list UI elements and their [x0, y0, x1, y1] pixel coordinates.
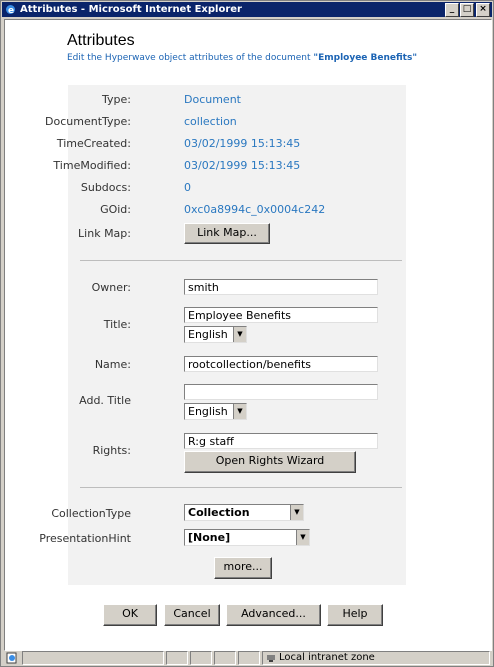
- advanced-button[interactable]: Advanced...: [226, 604, 321, 626]
- collectiontype-label: CollectionType: [51, 507, 131, 520]
- chevron-down-icon: ▼: [233, 404, 246, 419]
- subdocs-label: Subdocs:: [80, 181, 131, 194]
- presentationhint-select[interactable]: [None] ▼: [184, 529, 310, 546]
- status-cell: [214, 651, 236, 665]
- page-subtitle: Edit the Hyperwave object attributes of …: [67, 53, 417, 63]
- divider: [80, 487, 402, 488]
- collectiontype-value: Collection: [188, 506, 250, 519]
- chevron-down-icon: ▼: [290, 505, 303, 520]
- chevron-down-icon: ▼: [233, 327, 246, 342]
- ok-button[interactable]: OK: [103, 604, 157, 626]
- title-label: Title:: [103, 318, 131, 331]
- timecreated-value: 03/02/1999 15:13:45: [184, 137, 301, 150]
- rights-label: Rights:: [92, 444, 131, 457]
- presentationhint-label: PresentationHint: [39, 532, 131, 545]
- status-bar: Local intranet zone: [2, 651, 492, 665]
- name-label: Name:: [94, 358, 131, 371]
- page-icon: [6, 652, 17, 664]
- window-title: Attributes - Microsoft Internet Explorer: [20, 4, 242, 15]
- status-cell: [238, 651, 260, 665]
- subdocs-value[interactable]: 0: [184, 181, 191, 194]
- owner-label: Owner:: [91, 281, 131, 294]
- browser-window: e Attributes - Microsoft Internet Explor…: [0, 0, 494, 667]
- addtitle-language-select[interactable]: English ▼: [184, 403, 247, 420]
- attributes-panel: Type: Document DocumentType: collection …: [39, 85, 406, 585]
- timemodified-value: 03/02/1999 15:13:45: [184, 159, 301, 172]
- addtitle-language-value: English: [188, 405, 228, 418]
- intranet-zone-icon: [267, 655, 275, 662]
- zone-text: Local intranet zone: [279, 652, 375, 663]
- status-cell: [190, 651, 212, 665]
- divider: [80, 260, 402, 261]
- title-language-value: English: [188, 328, 228, 341]
- close-button[interactable]: ×: [476, 3, 490, 17]
- more-button[interactable]: more...: [214, 557, 272, 579]
- status-text-cell: [22, 651, 164, 665]
- type-label: Type:: [102, 93, 131, 106]
- goid-value: 0xc0a8994c_0x0004c242: [184, 203, 326, 216]
- open-rights-wizard-button[interactable]: Open Rights Wizard: [184, 451, 356, 473]
- title-input[interactable]: Employee Benefits: [184, 307, 378, 323]
- collectiontype-select[interactable]: Collection ▼: [184, 504, 304, 521]
- doctype-value[interactable]: collection: [184, 115, 237, 128]
- addtitle-input[interactable]: [184, 384, 378, 400]
- title-bar: e Attributes - Microsoft Internet Explor…: [2, 2, 492, 17]
- linkmap-label: Link Map:: [78, 227, 131, 240]
- help-button[interactable]: Help: [327, 604, 383, 626]
- svg-text:e: e: [8, 6, 14, 15]
- link-map-button[interactable]: Link Map...: [184, 223, 270, 244]
- title-language-select[interactable]: English ▼: [184, 326, 247, 343]
- addtitle-label: Add. Title: [79, 394, 131, 407]
- presentationhint-value: [None]: [188, 531, 231, 544]
- document-name: "Employee Benefits": [313, 53, 418, 63]
- type-value[interactable]: Document: [184, 93, 241, 106]
- internet-explorer-icon: e: [6, 5, 15, 15]
- cancel-button[interactable]: Cancel: [164, 604, 220, 626]
- doctype-label: DocumentType:: [45, 115, 131, 128]
- zone-cell: Local intranet zone: [262, 651, 490, 665]
- timemodified-label: TimeModified:: [53, 159, 131, 172]
- goid-label: GOid:: [100, 203, 131, 216]
- name-input[interactable]: rootcollection/benefits: [184, 356, 378, 372]
- minimize-button[interactable]: _: [445, 3, 459, 17]
- timecreated-label: TimeCreated:: [56, 137, 131, 150]
- owner-input[interactable]: smith: [184, 279, 378, 295]
- page-title: Attributes: [67, 32, 135, 49]
- page-content: Attributes Edit the Hyperwave object att…: [4, 19, 492, 651]
- subtitle-text: Edit the Hyperwave object attributes of …: [67, 53, 314, 63]
- rights-input[interactable]: R:g staff: [184, 433, 378, 449]
- chevron-down-icon: ▼: [296, 530, 309, 545]
- maximize-button[interactable]: □: [460, 3, 474, 17]
- status-cell: [166, 651, 188, 665]
